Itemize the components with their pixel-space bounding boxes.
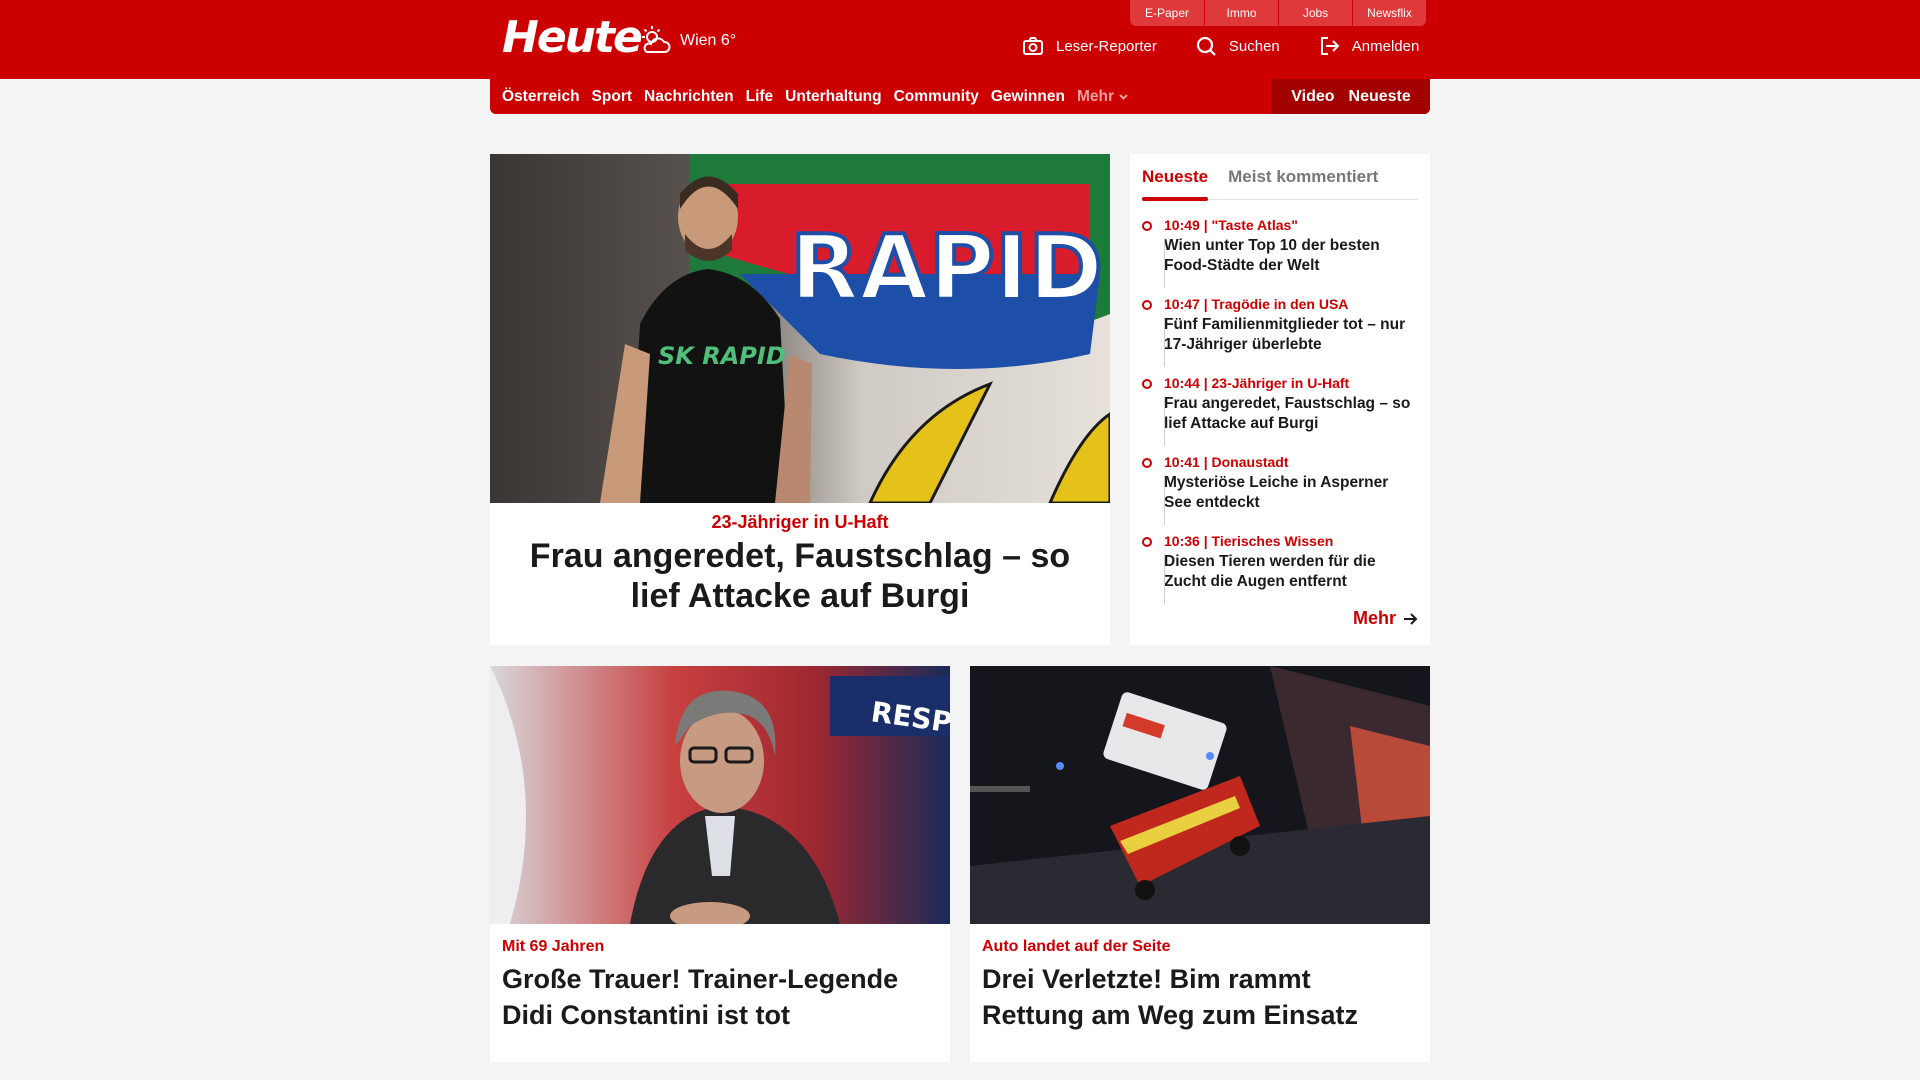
partly-sunny-icon xyxy=(642,26,671,53)
service-tabs: E-Paper Immo Jobs Newsflix xyxy=(1130,0,1426,26)
article-card[interactable]: Auto landet auf der Seite Drei Verletzte… xyxy=(970,666,1430,1062)
article-card-headline[interactable]: Große Trauer! Trainer-Legende Didi Const… xyxy=(502,961,932,1033)
timeline-line xyxy=(1164,238,1165,288)
timeline-dot-icon xyxy=(1142,221,1152,231)
main-nav: Österreich Sport Nachrichten Life Unterh… xyxy=(490,79,1430,114)
rapid-graffiti-text: RAPID xyxy=(790,216,1103,321)
weather-text: Wien 6° xyxy=(680,32,737,49)
timeline-item[interactable]: 10:44 | 23-Jähriger in U-Haft Frau anger… xyxy=(1142,374,1420,453)
article-card-image[interactable] xyxy=(970,666,1430,924)
search-icon xyxy=(1196,36,1216,56)
service-tab-epaper[interactable]: E-Paper xyxy=(1130,0,1204,26)
nav-item-nachrichten[interactable]: Nachrichten xyxy=(644,88,734,106)
arrow-right-icon xyxy=(1404,612,1418,625)
timeline-meta: 10:49 | "Taste Atlas" xyxy=(1164,217,1298,233)
timeline-title[interactable]: Mysteriöse Leiche in Asperner See entdec… xyxy=(1164,473,1420,513)
service-tab-newsflix[interactable]: Newsflix xyxy=(1352,0,1426,26)
sidebar-more-link[interactable]: Mehr xyxy=(1353,608,1418,629)
hero-image[interactable]: RAPID SK RAPID xyxy=(490,154,1110,503)
timeline-item[interactable]: 10:41 | Donaustadt Mysteriöse Leiche in … xyxy=(1142,453,1420,532)
tab-neueste[interactable]: Neueste xyxy=(1142,162,1209,201)
nav-item-life[interactable]: Life xyxy=(746,88,774,106)
sidebar-more-label: Mehr xyxy=(1352,608,1396,628)
search-label: Suchen xyxy=(1228,37,1280,55)
timeline-title[interactable]: Diesen Tieren werden für die Zucht die A… xyxy=(1164,552,1420,592)
article-card-image[interactable]: RESPECT xyxy=(490,666,950,924)
timeline-time: 10:49 xyxy=(1164,217,1200,233)
timeline-dot-icon xyxy=(1142,379,1152,389)
timeline-dot-icon xyxy=(1142,458,1152,468)
shirt-text: SK RAPID xyxy=(658,342,786,370)
camera-icon xyxy=(1023,37,1043,55)
timeline-time: 10:44 xyxy=(1164,375,1200,391)
article-card[interactable]: RESPECT Mit 69 Jahren Große Trauer! Trai… xyxy=(490,666,950,1062)
nav-item-video[interactable]: Video xyxy=(1291,88,1334,106)
header-actions: Leser-Reporter Suchen Anmelden xyxy=(1022,30,1419,62)
timeline-item[interactable]: 10:49 | "Taste Atlas" Wien unter Top 10 … xyxy=(1142,216,1420,295)
nav-right-group: Video Neueste xyxy=(1272,79,1430,114)
timeline-time: 10:36 xyxy=(1164,533,1200,549)
nav-item-sport[interactable]: Sport xyxy=(592,88,632,106)
hero-headline[interactable]: Frau angeredet, Faustschlag – so lief At… xyxy=(510,536,1090,616)
timeline-dot-icon xyxy=(1142,300,1152,310)
article-card-kicker: Mit 69 Jahren xyxy=(502,938,605,955)
timeline-topic: Donaustadt xyxy=(1211,454,1289,470)
timeline-meta: 10:36 | Tierisches Wissen xyxy=(1164,533,1334,549)
timeline-time: 10:41 xyxy=(1164,454,1200,470)
login-button[interactable]: Anmelden xyxy=(1318,30,1420,62)
login-label: Anmelden xyxy=(1351,37,1420,55)
timeline-topic: Tragödie in den USA xyxy=(1211,296,1349,312)
nav-item-gewinnen[interactable]: Gewinnen xyxy=(991,88,1065,106)
article-card-headline[interactable]: Drei Verletzte! Bim rammt Rettung am Weg… xyxy=(982,961,1412,1033)
nav-more-label: Mehr xyxy=(1076,87,1114,105)
nav-item-neueste[interactable]: Neueste xyxy=(1349,88,1411,106)
news-timeline: 10:49 | "Taste Atlas" Wien unter Top 10 … xyxy=(1142,216,1420,611)
timeline-line xyxy=(1164,554,1165,604)
search-button[interactable]: Suchen xyxy=(1195,30,1280,62)
sidebar-tabs: Neueste Meist kommentiert xyxy=(1142,162,1418,201)
site-header: Heute Wien 6° E-Paper Immo Jobs Newsflix… xyxy=(0,0,1920,79)
leser-reporter-label: Leser-Reporter xyxy=(1056,37,1157,55)
timeline-topic: 23-Jähriger in U-Haft xyxy=(1211,375,1350,391)
service-tab-jobs[interactable]: Jobs xyxy=(1278,0,1352,26)
service-tab-immo[interactable]: Immo xyxy=(1204,0,1278,26)
timeline-meta: 10:44 | 23-Jähriger in U-Haft xyxy=(1164,375,1350,391)
timeline-title[interactable]: Wien unter Top 10 der besten Food-Städte… xyxy=(1164,236,1420,276)
nav-more-dropdown[interactable]: Mehr xyxy=(1077,88,1129,106)
timeline-meta: 10:41 | Donaustadt xyxy=(1164,454,1289,470)
weather-widget[interactable]: Wien 6° xyxy=(638,24,736,58)
timeline-topic: "Taste Atlas" xyxy=(1211,217,1298,233)
site-logo[interactable]: Heute xyxy=(502,14,643,62)
login-icon xyxy=(1320,37,1340,55)
hero-article[interactable]: RAPID SK RAPID 23-Jähriger in U-Haft Fra… xyxy=(490,154,1110,645)
timeline-dot-icon xyxy=(1142,537,1152,547)
timeline-topic: Tierisches Wissen xyxy=(1211,533,1334,549)
timeline-item[interactable]: 10:47 | Tragödie in den USA Fünf Familie… xyxy=(1142,295,1420,374)
timeline-line xyxy=(1164,475,1165,525)
timeline-title[interactable]: Fünf Familienmitglieder tot – nur 17-Jäh… xyxy=(1164,315,1420,355)
chevron-down-icon xyxy=(1119,94,1128,100)
nav-item-oesterreich[interactable]: Österreich xyxy=(502,88,580,106)
timeline-meta: 10:47 | Tragödie in den USA xyxy=(1164,296,1349,312)
nav-item-community[interactable]: Community xyxy=(894,88,979,106)
article-card-kicker: Auto landet auf der Seite xyxy=(982,938,1171,955)
timeline-line xyxy=(1164,396,1165,446)
hero-kicker: 23-Jähriger in U-Haft xyxy=(711,512,889,532)
timeline-line xyxy=(1164,317,1165,367)
leser-reporter-button[interactable]: Leser-Reporter xyxy=(1022,30,1157,62)
latest-news-sidebar: Neueste Meist kommentiert 10:49 | "Taste… xyxy=(1130,154,1430,645)
timeline-item[interactable]: 10:36 | Tierisches Wissen Diesen Tieren … xyxy=(1142,532,1420,611)
nav-item-unterhaltung[interactable]: Unterhaltung xyxy=(785,88,881,106)
timeline-title[interactable]: Frau angeredet, Faustschlag – so lief At… xyxy=(1164,394,1420,434)
timeline-time: 10:47 xyxy=(1164,296,1200,312)
tab-meist-kommentiert[interactable]: Meist kommentiert xyxy=(1228,162,1378,200)
